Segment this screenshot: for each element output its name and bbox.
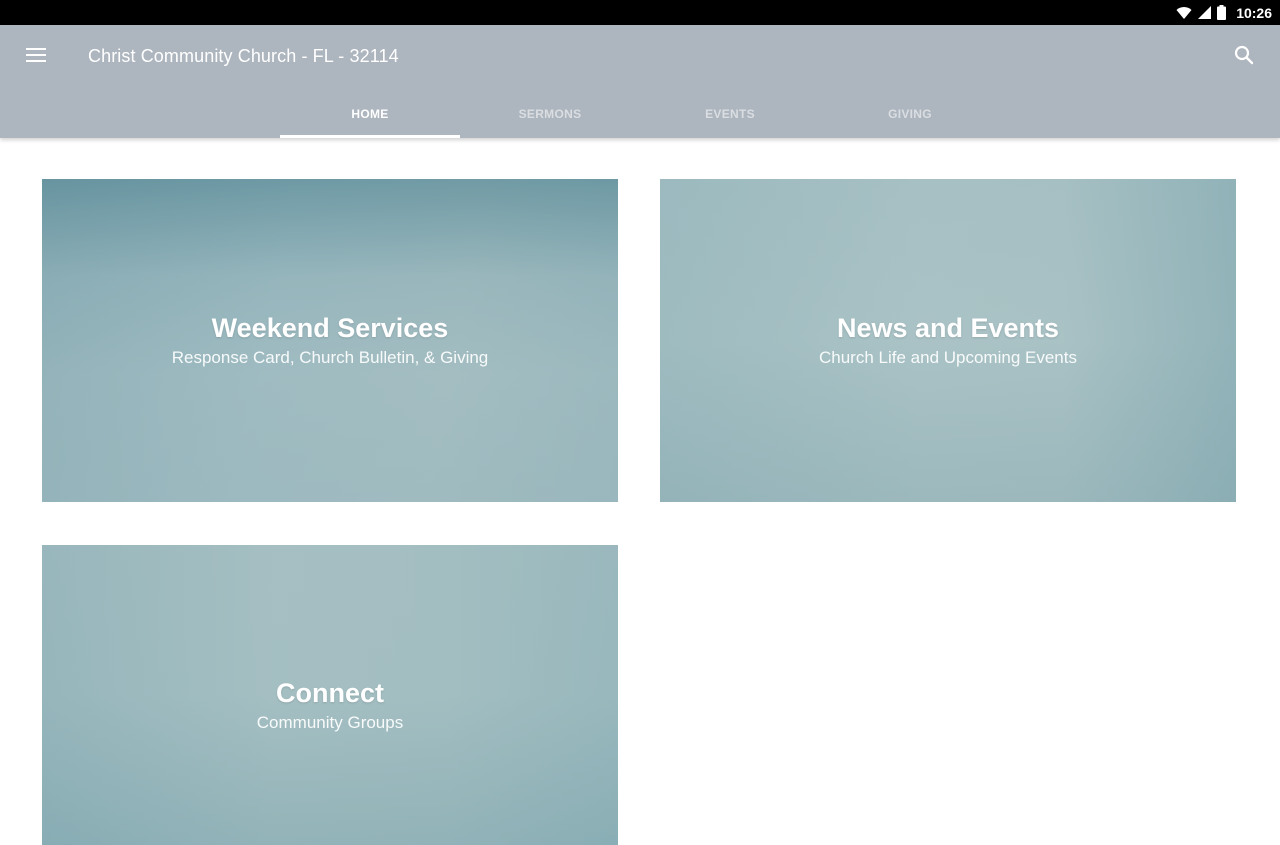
tab-sermons[interactable]: SERMONS [460,89,640,138]
card-text-group: Connect Community Groups [42,678,618,733]
app-bar: Christ Community Church - FL - 32114 HOM… [0,25,1280,138]
card-news-and-events[interactable]: News and Events Church Life and Upcoming… [660,179,1236,502]
signal-icon [1198,6,1212,19]
tab-events[interactable]: EVENTS [640,89,820,138]
tab-bar: HOME SERMONS EVENTS GIVING [280,89,1000,138]
page-title: Christ Community Church - FL - 32114 [88,46,399,66]
card-title: Connect [276,678,384,708]
card-subtitle: Response Card, Church Bulletin, & Giving [171,348,489,368]
search-icon [1234,45,1254,70]
status-bar: 10:26 [0,0,1280,25]
card-connect[interactable]: Connect Community Groups [42,545,618,845]
tab-home[interactable]: HOME [280,89,460,138]
menu-icon [26,47,46,67]
battery-icon [1217,5,1227,20]
search-button[interactable] [1224,37,1264,77]
status-time: 10:26 [1236,4,1272,21]
card-subtitle: Church Life and Upcoming Events [819,348,1077,368]
menu-button[interactable] [16,37,56,77]
card-subtitle: Community Groups [256,713,404,733]
card-title: Weekend Services [211,312,449,343]
tab-giving[interactable]: GIVING [820,89,1000,138]
wifi-icon [1176,6,1192,20]
card-weekend-services[interactable]: Weekend Services Response Card, Church B… [42,179,618,502]
main-content: Weekend Services Response Card, Church B… [0,138,1280,845]
card-title: News and Events [836,312,1060,343]
